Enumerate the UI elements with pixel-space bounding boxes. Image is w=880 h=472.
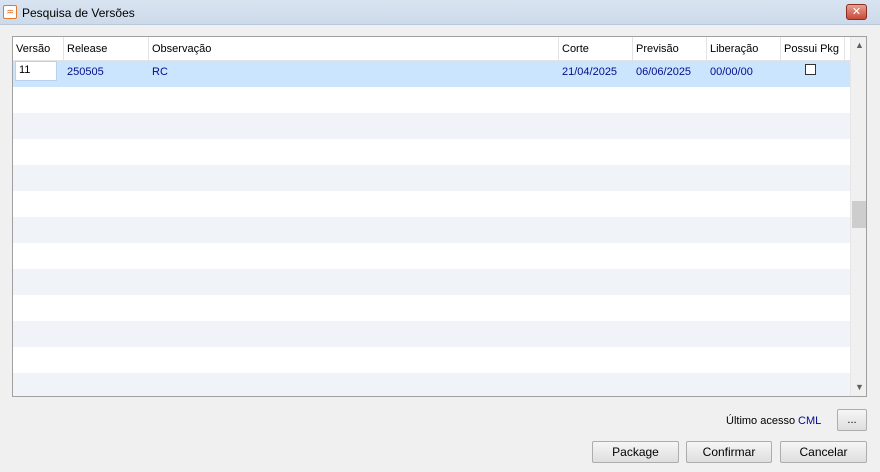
possui-pkg-checkbox[interactable] [805, 64, 816, 75]
column-header-observacao[interactable]: Observação [149, 37, 559, 61]
table-row[interactable] [13, 347, 850, 373]
column-header-release[interactable]: Release [64, 37, 149, 61]
table-row[interactable] [13, 139, 850, 165]
table-row[interactable] [13, 295, 850, 321]
title-bar: ♒ Pesquisa de Versões ✕ [0, 0, 880, 25]
table-row[interactable] [13, 191, 850, 217]
scroll-thumb[interactable] [852, 201, 866, 228]
cancelar-button[interactable]: Cancelar [780, 441, 867, 463]
versao-cell[interactable]: 11 [15, 61, 57, 81]
previsao-cell[interactable]: 06/06/2025 [633, 61, 707, 87]
more-options-button[interactable]: ... [837, 409, 867, 431]
table-row[interactable] [13, 243, 850, 269]
grid-rows: 11 250505 RC 21/04/2025 06/06/2025 00/00… [13, 61, 850, 396]
column-header-corte[interactable]: Corte [559, 37, 633, 61]
scroll-up-icon[interactable]: ▲ [851, 37, 866, 54]
package-button[interactable]: Package [592, 441, 679, 463]
versions-grid[interactable]: Versão Release Observação Corte Previsão… [12, 36, 867, 397]
grid-header: Versão Release Observação Corte Previsão… [13, 37, 850, 61]
table-row[interactable] [13, 217, 850, 243]
scroll-down-icon[interactable]: ▼ [851, 379, 866, 396]
table-row[interactable] [13, 269, 850, 295]
liberacao-cell[interactable]: 00/00/00 [707, 61, 781, 87]
table-row[interactable]: 11 250505 RC 21/04/2025 06/06/2025 00/00… [13, 61, 850, 87]
ultimo-acesso-value: CML [798, 415, 822, 427]
vertical-scrollbar[interactable]: ▲ ▼ [850, 37, 866, 396]
corte-cell[interactable]: 21/04/2025 [559, 61, 633, 87]
close-button[interactable]: ✕ [846, 4, 867, 20]
table-row[interactable] [13, 321, 850, 347]
table-row[interactable] [13, 373, 850, 396]
column-header-versao[interactable]: Versão [13, 37, 64, 61]
observacao-cell[interactable]: RC [149, 61, 559, 87]
column-header-previsao[interactable]: Previsão [633, 37, 707, 61]
table-row[interactable] [13, 113, 850, 139]
release-cell[interactable]: 250505 [64, 61, 149, 87]
table-row[interactable] [13, 165, 850, 191]
app-icon: ♒ [3, 5, 17, 19]
column-header-liberacao[interactable]: Liberação [707, 37, 781, 61]
confirmar-button[interactable]: Confirmar [686, 441, 772, 463]
window-title: Pesquisa de Versões [22, 6, 135, 20]
column-header-possui-pkg[interactable]: Possui Pkg [781, 37, 845, 61]
table-row[interactable] [13, 87, 850, 113]
ultimo-acesso-label: Último acesso [726, 415, 796, 427]
